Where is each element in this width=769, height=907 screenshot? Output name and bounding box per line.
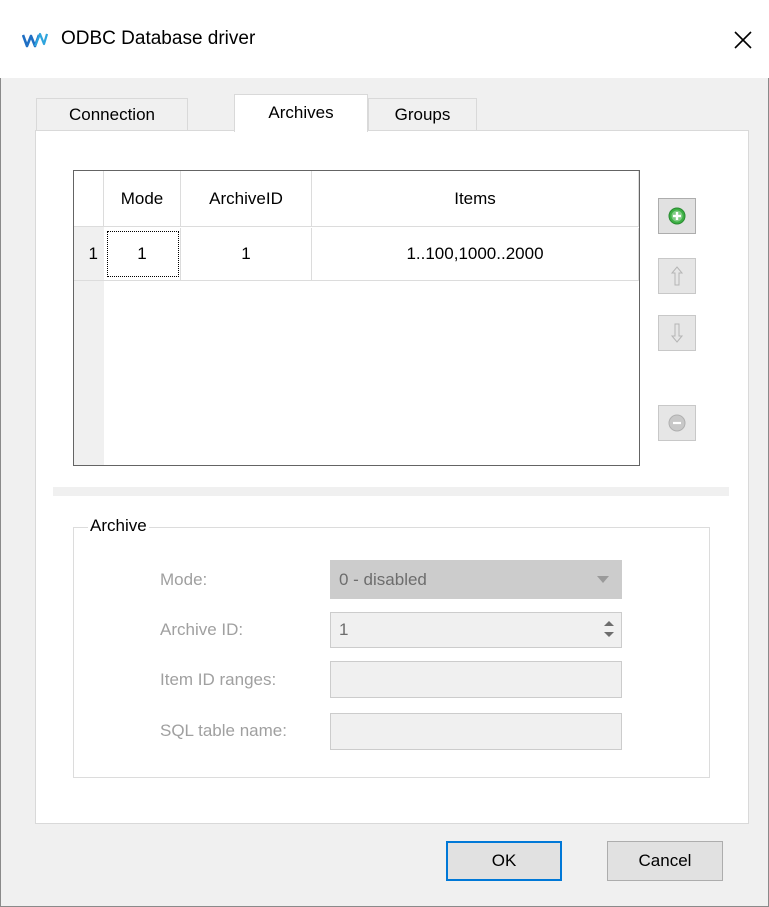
item-id-ranges-field[interactable] [330,661,622,698]
archive-id-label: Archive ID: [160,620,244,639]
ok-button[interactable]: OK [446,841,562,881]
move-up-button[interactable] [658,258,696,294]
app-logo-icon [21,30,49,50]
archives-grid[interactable]: Mode ArchiveID Items 1 1 1 1..100,1000..… [73,170,640,466]
cell-archive-id[interactable]: 1 [181,228,312,280]
tab-archives[interactable]: Archives [234,94,368,132]
grid-header-corner [74,171,104,227]
archive-id-spinner[interactable]: 1 [330,612,622,648]
minus-circle-icon [668,414,686,432]
move-down-button[interactable] [658,315,696,351]
item-id-ranges-label: Item ID ranges: [160,670,277,689]
column-header-mode[interactable]: Mode [104,171,181,227]
mode-dropdown[interactable]: 0 - disabled [330,560,622,599]
tab-groups[interactable]: Groups [368,98,477,132]
title-bar: ODBC Database driver [0,0,769,78]
remove-row-button[interactable] [658,405,696,441]
spinner-arrows[interactable] [603,619,615,641]
close-icon [734,31,752,49]
arrow-down-icon [670,323,684,343]
chevron-down-icon [597,576,609,583]
add-row-button[interactable] [658,198,696,234]
plus-circle-icon [668,207,686,225]
archive-id-value: 1 [339,620,349,639]
tab-connection[interactable]: Connection [36,98,188,132]
mode-dropdown-value: 0 - disabled [339,570,427,589]
table-row[interactable]: 1 1 1 1..100,1000..2000 [74,228,639,281]
column-header-archiveid[interactable]: ArchiveID [181,171,312,227]
sql-table-name-field[interactable] [330,713,622,750]
splitter[interactable] [53,487,729,496]
spin-down-icon[interactable] [604,632,614,637]
cell-items[interactable]: 1..100,1000..2000 [312,228,639,280]
cancel-button[interactable]: Cancel [607,841,723,881]
row-number: 1 [74,228,104,280]
close-button[interactable] [724,22,762,58]
window-title: ODBC Database driver [61,28,256,49]
focus-rectangle [107,231,179,277]
column-header-items[interactable]: Items [312,171,639,227]
spin-up-icon[interactable] [604,621,614,626]
mode-label: Mode: [160,570,208,589]
grid-header-row: Mode ArchiveID Items [74,171,639,227]
arrow-up-icon [670,266,684,286]
archive-groupbox-title: Archive [88,516,149,536]
sql-table-name-label: SQL table name: [160,721,287,740]
